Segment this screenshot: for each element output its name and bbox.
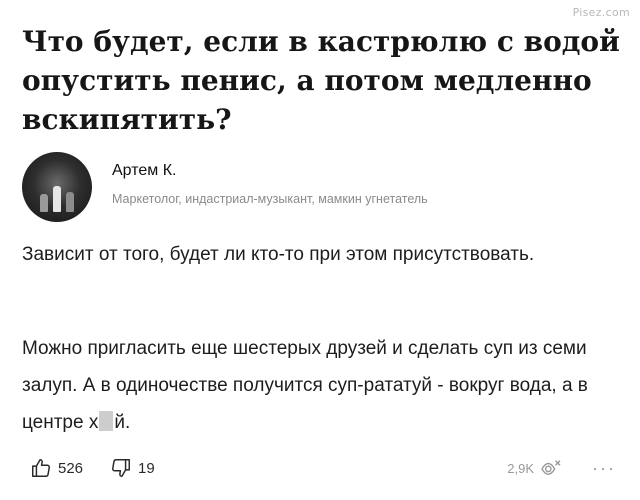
eye-icon (540, 459, 562, 477)
answer-paragraph-2: Можно пригласить еще шестерых друзей и с… (22, 330, 622, 441)
answer-footer: 526 19 2,9K ··· (22, 453, 622, 483)
dislike-button[interactable]: 19 (110, 453, 155, 483)
views-count: 2,9K (507, 460, 534, 476)
answer-paragraph-2-end: й. (114, 412, 131, 433)
more-button[interactable]: ··· (592, 453, 616, 483)
question-title: Что будет, если в кастрюлю с водой опуст… (22, 25, 620, 136)
thumbs-up-icon (30, 457, 52, 479)
author-avatar[interactable] (22, 152, 92, 222)
author-name[interactable]: Артем К. (112, 162, 176, 180)
answer-paragraph-1: Зависит от того, будет ли кто-то при это… (22, 244, 535, 265)
author-block: Артем К. Маркетолог, индастриал-музыкант… (22, 152, 622, 222)
dislike-count: 19 (138, 459, 155, 477)
thumbs-down-icon (110, 457, 132, 479)
views-counter[interactable]: 2,9K (507, 453, 562, 483)
more-icon: ··· (592, 457, 616, 478)
author-description: Маркетолог, индастриал-музыкант, мамкин … (112, 192, 428, 206)
censor-block (99, 411, 114, 431)
like-count: 526 (58, 459, 84, 477)
watermark: Pisez.com (572, 6, 630, 19)
like-button[interactable]: 526 (30, 453, 83, 483)
